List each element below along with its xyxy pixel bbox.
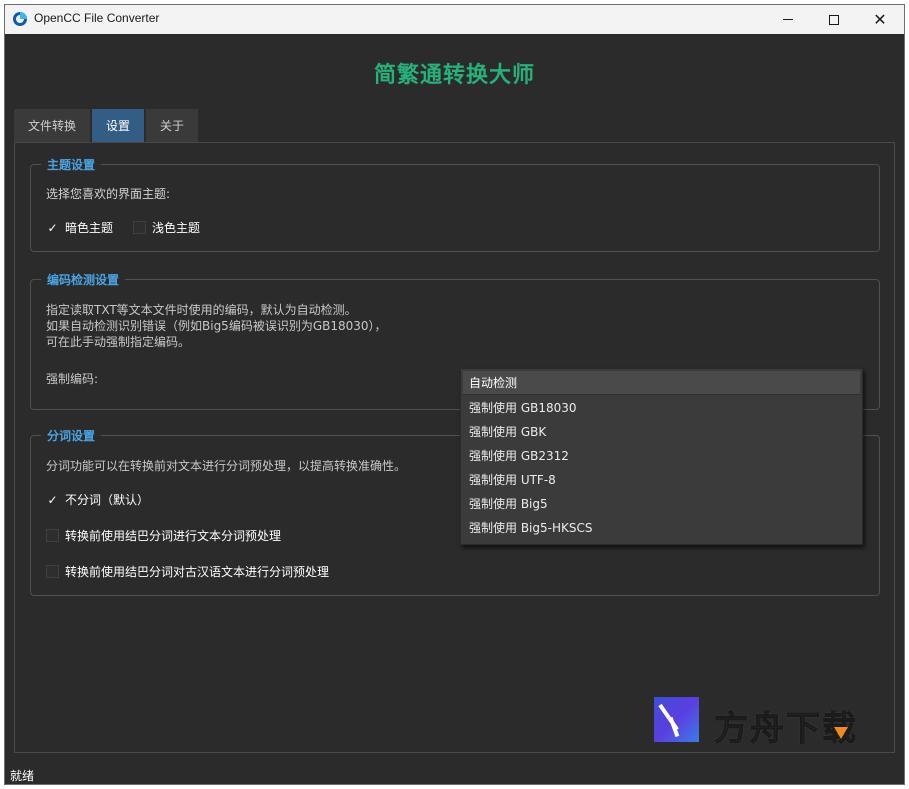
dropdown-option[interactable]: 强制使用 UTF-8 <box>461 467 862 491</box>
status-text: 就绪 <box>10 769 35 783</box>
app-window: OpenCC File Converter ✕ 简繁通转换大师 文件转换 设置 … <box>4 4 905 785</box>
jieba-classical-checkbox[interactable]: 转换前使用结巴分词对古汉语文本进行分词预处理 <box>46 563 329 580</box>
tab-about[interactable]: 关于 <box>146 109 199 142</box>
encoding-desc-line2: 如果自动检测识别错误（例如Big5编码被误识别为GB18030）， <box>46 319 387 333</box>
title-bar: OpenCC File Converter ✕ <box>5 5 904 34</box>
light-theme-label: 浅色主题 <box>152 221 201 235</box>
tab-settings[interactable]: 设置 <box>92 109 145 142</box>
dropdown-option[interactable]: 强制使用 Big5 <box>461 491 862 515</box>
segmentation-desc: 分词功能可以在转换前对文本进行分词预处理，以提高转换准确性。 <box>46 459 407 473</box>
download-arrow-icon <box>834 727 848 739</box>
force-encoding-label: 强制编码: <box>46 372 99 386</box>
no-segmentation-checkbox[interactable]: ✓ 不分词（默认） <box>46 491 149 508</box>
app-logo-icon <box>13 12 27 26</box>
encoding-group-title: 编码检测设置 <box>41 271 126 288</box>
dropdown-option[interactable]: 强制使用 GB18030 <box>461 395 862 419</box>
encoding-dropdown-list[interactable]: 自动检测 强制使用 GB18030 强制使用 GBK 强制使用 GB2312 强… <box>460 368 863 545</box>
checkbox-empty-icon <box>46 565 59 578</box>
close-icon: ✕ <box>873 10 887 29</box>
checkbox-empty-icon <box>46 529 59 542</box>
encoding-desc-line1: 指定读取TXT等文本文件时使用的编码，默认为自动检测。 <box>46 303 357 317</box>
dark-theme-label: 暗色主题 <box>65 221 114 235</box>
no-segmentation-label: 不分词（默认） <box>65 493 150 507</box>
status-bar: 就绪 <box>5 765 904 784</box>
encoding-desc-line3: 可在此手动强制指定编码。 <box>46 335 191 349</box>
light-theme-checkbox[interactable]: 浅色主题 <box>133 219 200 236</box>
checkmark-icon: ✓ <box>47 492 58 507</box>
checkmark-icon: ✓ <box>47 220 58 235</box>
jieba-segmentation-checkbox[interactable]: 转换前使用结巴分词进行文本分词预处理 <box>46 527 281 544</box>
theme-group-title: 主题设置 <box>41 156 102 173</box>
jieba-segmentation-label: 转换前使用结巴分词进行文本分词预处理 <box>65 529 282 543</box>
maximize-button[interactable] <box>811 5 857 34</box>
close-button[interactable]: ✕ <box>857 5 903 34</box>
tab-file-convert[interactable]: 文件转换 <box>14 109 91 142</box>
watermark-logo-icon <box>654 697 699 742</box>
jieba-classical-label: 转换前使用结巴分词对古汉语文本进行分词预处理 <box>65 565 330 579</box>
maximize-icon <box>829 14 839 25</box>
watermark-text: 方舟下载 <box>714 709 858 750</box>
segmentation-group-title: 分词设置 <box>41 427 102 444</box>
minimize-button[interactable] <box>765 5 811 34</box>
dropdown-option[interactable]: 强制使用 Big5-HKSCS <box>461 515 862 539</box>
dark-theme-checkbox[interactable]: ✓ 暗色主题 <box>46 219 113 236</box>
theme-prompt: 选择您喜欢的界面主题: <box>46 187 171 201</box>
tab-bar: 文件转换 设置 关于 <box>14 109 199 142</box>
dropdown-option-auto[interactable]: 自动检测 <box>463 371 860 395</box>
minimize-icon <box>783 19 793 20</box>
dropdown-option[interactable]: 强制使用 GB2312 <box>461 443 862 467</box>
watermark: 方舟下载 <box>654 697 869 750</box>
theme-settings-group: 主题设置 选择您喜欢的界面主题: ✓ 暗色主题 浅色主题 <box>30 156 880 252</box>
dropdown-option[interactable]: 强制使用 GBK <box>461 419 862 443</box>
checkbox-empty-icon <box>133 221 146 234</box>
app-heading: 简繁通转换大师 <box>373 63 535 88</box>
window-title: OpenCC File Converter <box>34 11 160 25</box>
